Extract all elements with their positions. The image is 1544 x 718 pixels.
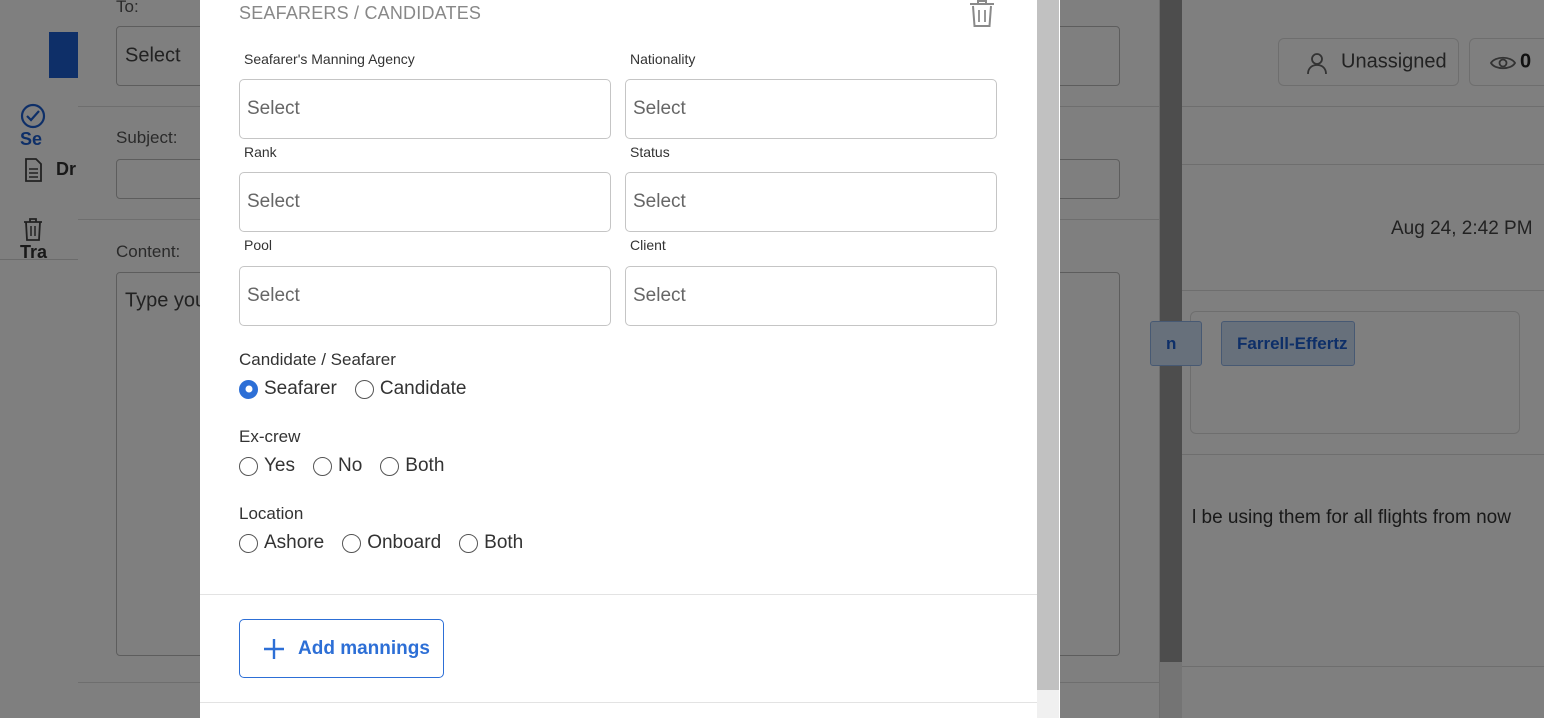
radio-excrew-no[interactable]: No (313, 455, 362, 477)
radio-button[interactable] (313, 456, 332, 476)
trash-icon (970, 0, 994, 27)
radio-label: Both (484, 532, 524, 553)
radio-location-ashore[interactable]: Ashore (239, 532, 324, 554)
excrew-radio-group: Yes No Both (239, 455, 462, 477)
status-select[interactable]: Select (625, 172, 997, 232)
client-label: Client (630, 237, 666, 253)
manning-agency-select[interactable]: Select (239, 79, 611, 139)
radio-candidate[interactable]: Candidate (354, 378, 467, 400)
divider (200, 594, 1037, 595)
manning-agency-label: Seafarer's Manning Agency (244, 51, 415, 67)
add-mannings-label: Add mannings (298, 637, 430, 659)
delete-section-button[interactable] (967, 0, 997, 28)
radio-label: No (338, 455, 363, 476)
radio-label: Onboard (367, 532, 442, 553)
seafarers-modal: SEAFARERS / CANDIDATES Seafarer's Mannin… (200, 0, 1060, 718)
radio-label: Both (405, 455, 445, 476)
radio-excrew-both[interactable]: Both (380, 455, 444, 477)
pool-label: Pool (244, 237, 273, 253)
radio-button[interactable] (354, 379, 374, 399)
candidate-seafarer-radio-group: Seafarer Candidate (239, 378, 485, 400)
section-title: SEAFARERS / CANDIDATES (239, 3, 482, 23)
location-radio-group: Ashore Onboard Both (239, 532, 541, 554)
radio-label: Yes (264, 455, 295, 476)
radio-button[interactable] (342, 533, 362, 553)
nationality-value: Select (633, 98, 686, 119)
radio-seafarer[interactable]: Seafarer (239, 378, 337, 400)
add-mannings-button[interactable]: Add mannings (239, 619, 444, 678)
radio-location-onboard[interactable]: Onboard (342, 532, 441, 554)
nationality-select[interactable]: Select (625, 79, 997, 139)
modal-scrollbar[interactable] (1037, 0, 1059, 718)
radio-button[interactable] (380, 456, 400, 476)
manning-agency-value: Select (247, 98, 300, 119)
candidate-seafarer-label: Candidate / Seafarer (239, 350, 396, 369)
radio-label: Seafarer (264, 378, 337, 399)
radio-button[interactable] (239, 379, 258, 399)
rank-label: Rank (244, 144, 277, 160)
divider (200, 702, 1037, 703)
rank-value: Select (247, 191, 300, 212)
excrew-label: Ex-crew (239, 427, 301, 446)
pool-value: Select (247, 285, 300, 306)
client-select[interactable]: Select (625, 266, 997, 326)
client-value: Select (633, 285, 686, 306)
status-value: Select (633, 191, 686, 212)
radio-label: Candidate (379, 378, 467, 399)
radio-label: Ashore (264, 532, 325, 553)
nationality-label: Nationality (630, 51, 696, 67)
radio-location-both[interactable]: Both (459, 532, 523, 554)
pool-select[interactable]: Select (239, 266, 611, 326)
location-label: Location (239, 504, 304, 523)
radio-button[interactable] (239, 533, 258, 553)
radio-button[interactable] (459, 533, 479, 553)
radio-button[interactable] (239, 456, 258, 476)
rank-select[interactable]: Select (239, 172, 611, 232)
scrollbar-thumb[interactable] (1037, 0, 1059, 690)
plus-icon (264, 638, 284, 659)
radio-excrew-yes[interactable]: Yes (239, 455, 295, 477)
status-label: Status (630, 144, 670, 160)
